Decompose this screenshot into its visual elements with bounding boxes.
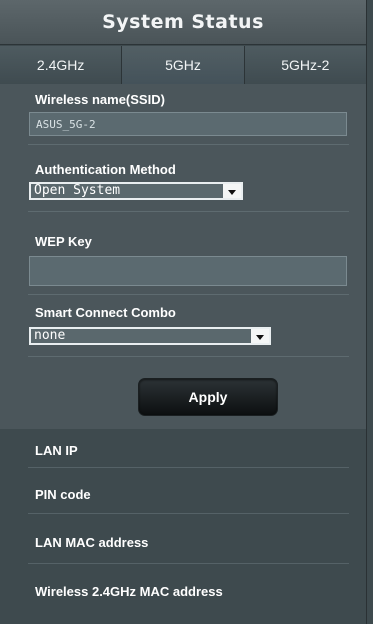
apply-button[interactable]: Apply xyxy=(138,378,278,416)
divider xyxy=(28,144,349,145)
smart-connect-value: none xyxy=(34,328,66,343)
system-status-panel: System Status 2.4GHz 5GHz 5GHz-2 Wireles… xyxy=(0,0,367,624)
smart-connect-select[interactable]: none xyxy=(29,327,271,345)
divider xyxy=(28,467,349,468)
ssid-input[interactable] xyxy=(29,112,347,136)
tab-5ghz[interactable]: 5GHz xyxy=(122,46,245,84)
chevron-down-icon xyxy=(251,329,269,343)
divider xyxy=(28,211,349,212)
tab-5ghz-2[interactable]: 5GHz-2 xyxy=(244,46,366,84)
panel-title: System Status xyxy=(0,0,366,45)
divider xyxy=(28,356,349,357)
device-info-list: LAN IP PIN code LAN MAC address Wireless… xyxy=(0,429,366,624)
wep-key-label: WEP Key xyxy=(35,234,92,249)
auth-method-select[interactable]: Open System xyxy=(29,182,243,200)
info-lan-mac: LAN MAC address xyxy=(35,535,149,550)
chevron-down-icon xyxy=(223,184,241,198)
auth-method-value: Open System xyxy=(34,183,121,198)
band-tabs: 2.4GHz 5GHz 5GHz-2 xyxy=(0,46,366,84)
divider xyxy=(28,513,349,514)
smart-connect-label: Smart Connect Combo xyxy=(35,305,176,320)
info-pin-code: PIN code xyxy=(35,487,91,502)
info-lan-ip: LAN IP xyxy=(35,443,78,458)
wep-key-input[interactable] xyxy=(29,256,347,286)
divider xyxy=(28,294,349,295)
info-wireless-24-mac: Wireless 2.4GHz MAC address xyxy=(35,584,223,599)
auth-method-label: Authentication Method xyxy=(35,162,176,177)
ssid-label: Wireless name(SSID) xyxy=(35,92,165,107)
divider xyxy=(28,563,349,564)
tab-2-4ghz[interactable]: 2.4GHz xyxy=(0,46,123,84)
